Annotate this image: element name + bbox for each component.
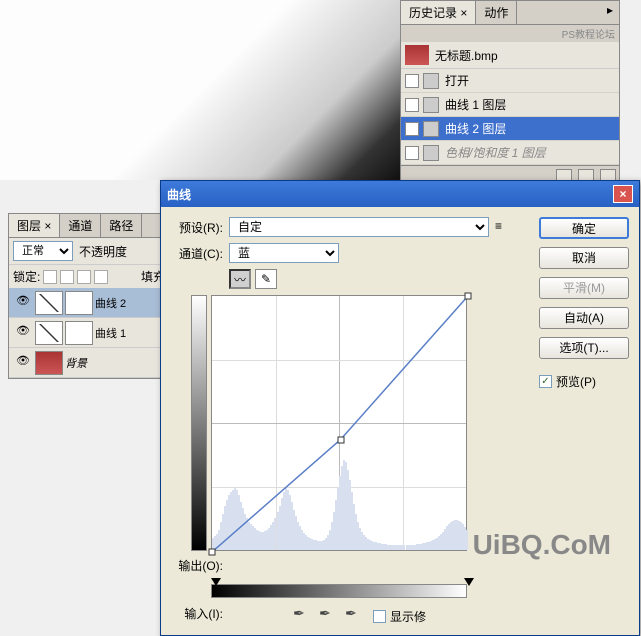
layer-name: 曲线 2 xyxy=(95,295,126,311)
lock-transparency-icon[interactable] xyxy=(43,270,57,284)
opacity-label: 不透明度 xyxy=(79,243,127,260)
lock-label: 锁定: xyxy=(13,268,40,285)
curve-point[interactable] xyxy=(337,436,344,443)
show-clipping-checkbox[interactable] xyxy=(373,610,386,623)
layer-thumb xyxy=(35,351,63,375)
eyedropper-group xyxy=(293,605,363,623)
cancel-button[interactable]: 取消 xyxy=(539,247,629,269)
layers-tabs: 图层 × 通道 路径 xyxy=(9,214,169,238)
histogram xyxy=(212,450,466,550)
curve-pencil-mode-icon[interactable]: ✎ xyxy=(255,269,277,289)
file-name: 无标题.bmp xyxy=(435,47,498,64)
channel-label: 通道(C): xyxy=(171,245,223,262)
layer-row-background[interactable]: 背景 xyxy=(9,348,169,378)
curve-point[interactable] xyxy=(465,293,472,300)
tab-paths[interactable]: 路径 xyxy=(101,214,142,237)
output-gradient xyxy=(191,295,207,551)
layer-list: 曲线 2 曲线 1 背景 xyxy=(9,288,169,378)
preview-checkbox[interactable]: ✓ xyxy=(539,375,552,388)
smooth-button[interactable]: 平滑(M) xyxy=(539,277,629,299)
dialog-titlebar[interactable]: 曲线 × xyxy=(161,181,639,207)
history-item-curves1[interactable]: 曲线 1 图层 xyxy=(401,93,619,117)
curve-point-mode-icon[interactable]: 〰 xyxy=(229,269,251,289)
lock-all-icon[interactable] xyxy=(94,270,108,284)
lock-paint-icon[interactable] xyxy=(60,270,74,284)
history-file-row[interactable]: 无标题.bmp xyxy=(401,42,619,69)
input-gradient xyxy=(211,584,467,598)
preset-label: 预设(R): xyxy=(171,219,223,236)
visibility-icon[interactable] xyxy=(15,295,31,311)
history-item-curves2[interactable]: 曲线 2 图层 xyxy=(401,117,619,141)
history-panel: 历史记录 × 动作 ▸ PS教程论坛 无标题.bmp 打开 曲线 1 图层 曲线… xyxy=(400,0,620,189)
preset-select[interactable]: 自定 xyxy=(229,217,489,237)
layer-icon xyxy=(423,121,439,137)
dialog-left: 预设(R): 自定 ≡ 通道(C): 蓝 〰 ✎ xyxy=(171,217,529,625)
channel-select[interactable]: 蓝 xyxy=(229,243,339,263)
history-tabs: 历史记录 × 动作 ▸ xyxy=(401,1,619,25)
layer-icon xyxy=(423,97,439,113)
curve-point[interactable] xyxy=(209,549,216,556)
close-icon[interactable]: × xyxy=(613,185,633,203)
history-label: 曲线 2 图层 xyxy=(445,120,506,137)
dialog-title: 曲线 xyxy=(167,186,613,203)
layer-thumb xyxy=(35,291,63,315)
ok-button[interactable]: 确定 xyxy=(539,217,629,239)
curve-graph[interactable] xyxy=(211,295,467,551)
tab-layers[interactable]: 图层 × xyxy=(9,214,60,237)
visibility-icon[interactable] xyxy=(15,325,31,341)
history-item-huesat[interactable]: 色相/饱和度 1 图层 xyxy=(401,141,619,165)
gray-eyedropper-icon[interactable] xyxy=(319,605,337,623)
layer-icon xyxy=(423,145,439,161)
history-checkbox[interactable] xyxy=(405,146,419,160)
black-eyedropper-icon[interactable] xyxy=(293,605,311,623)
input-label: 输入(I): xyxy=(171,605,223,622)
layer-name: 曲线 1 xyxy=(95,325,126,341)
layer-options: 正常 不透明度 xyxy=(9,238,169,264)
curve-area xyxy=(191,295,529,551)
auto-button[interactable]: 自动(A) xyxy=(539,307,629,329)
curve-mode-buttons: 〰 ✎ xyxy=(229,269,277,289)
layer-row-curves2[interactable]: 曲线 2 xyxy=(9,288,169,318)
layer-name: 背景 xyxy=(65,355,87,371)
blend-mode-select[interactable]: 正常 xyxy=(13,241,73,261)
preset-menu-icon[interactable]: ≡ xyxy=(495,219,511,235)
layer-thumb xyxy=(35,321,63,345)
history-label: 打开 xyxy=(445,72,469,89)
file-thumbnail xyxy=(405,45,429,65)
tab-channels[interactable]: 通道 xyxy=(60,214,101,237)
history-label: 色相/饱和度 1 图层 xyxy=(445,144,546,161)
white-slider[interactable] xyxy=(464,578,474,586)
curves-dialog: 曲线 × 预设(R): 自定 ≡ 通道(C): 蓝 〰 ✎ xyxy=(160,180,640,636)
layers-panel: 图层 × 通道 路径 正常 不透明度 锁定: 填充 曲线 2 曲线 1 背景 xyxy=(8,213,170,379)
output-label: 输出(O): xyxy=(171,557,223,574)
history-checkbox[interactable] xyxy=(405,74,419,88)
tab-history[interactable]: 历史记录 × xyxy=(401,1,476,24)
show-clipping-label: 显示修 xyxy=(390,608,426,625)
history-label: 曲线 1 图层 xyxy=(445,96,506,113)
history-list: 打开 曲线 1 图层 曲线 2 图层 色相/饱和度 1 图层 xyxy=(401,69,619,165)
dialog-right: 确定 取消 平滑(M) 自动(A) 选项(T)... ✓ 预览(P) xyxy=(529,217,629,625)
tab-actions[interactable]: 动作 xyxy=(476,1,517,24)
history-checkbox[interactable] xyxy=(405,98,419,112)
preview-label: 预览(P) xyxy=(556,373,596,390)
white-eyedropper-icon[interactable] xyxy=(345,605,363,623)
panel-menu-icon[interactable]: ▸ xyxy=(601,1,619,24)
layer-row-curves1[interactable]: 曲线 1 xyxy=(9,318,169,348)
visibility-icon[interactable] xyxy=(15,355,31,371)
history-checkbox[interactable] xyxy=(405,122,419,136)
mask-thumb xyxy=(65,321,93,345)
history-item-open[interactable]: 打开 xyxy=(401,69,619,93)
open-icon xyxy=(423,73,439,89)
options-button[interactable]: 选项(T)... xyxy=(539,337,629,359)
black-slider[interactable] xyxy=(211,578,221,586)
lock-move-icon[interactable] xyxy=(77,270,91,284)
forum-watermark: PS教程论坛 xyxy=(401,25,619,42)
lock-row: 锁定: 填充 xyxy=(9,264,169,288)
canvas-background xyxy=(0,0,400,180)
mask-thumb xyxy=(65,291,93,315)
site-watermark: UiBQ.CoM xyxy=(473,529,611,561)
